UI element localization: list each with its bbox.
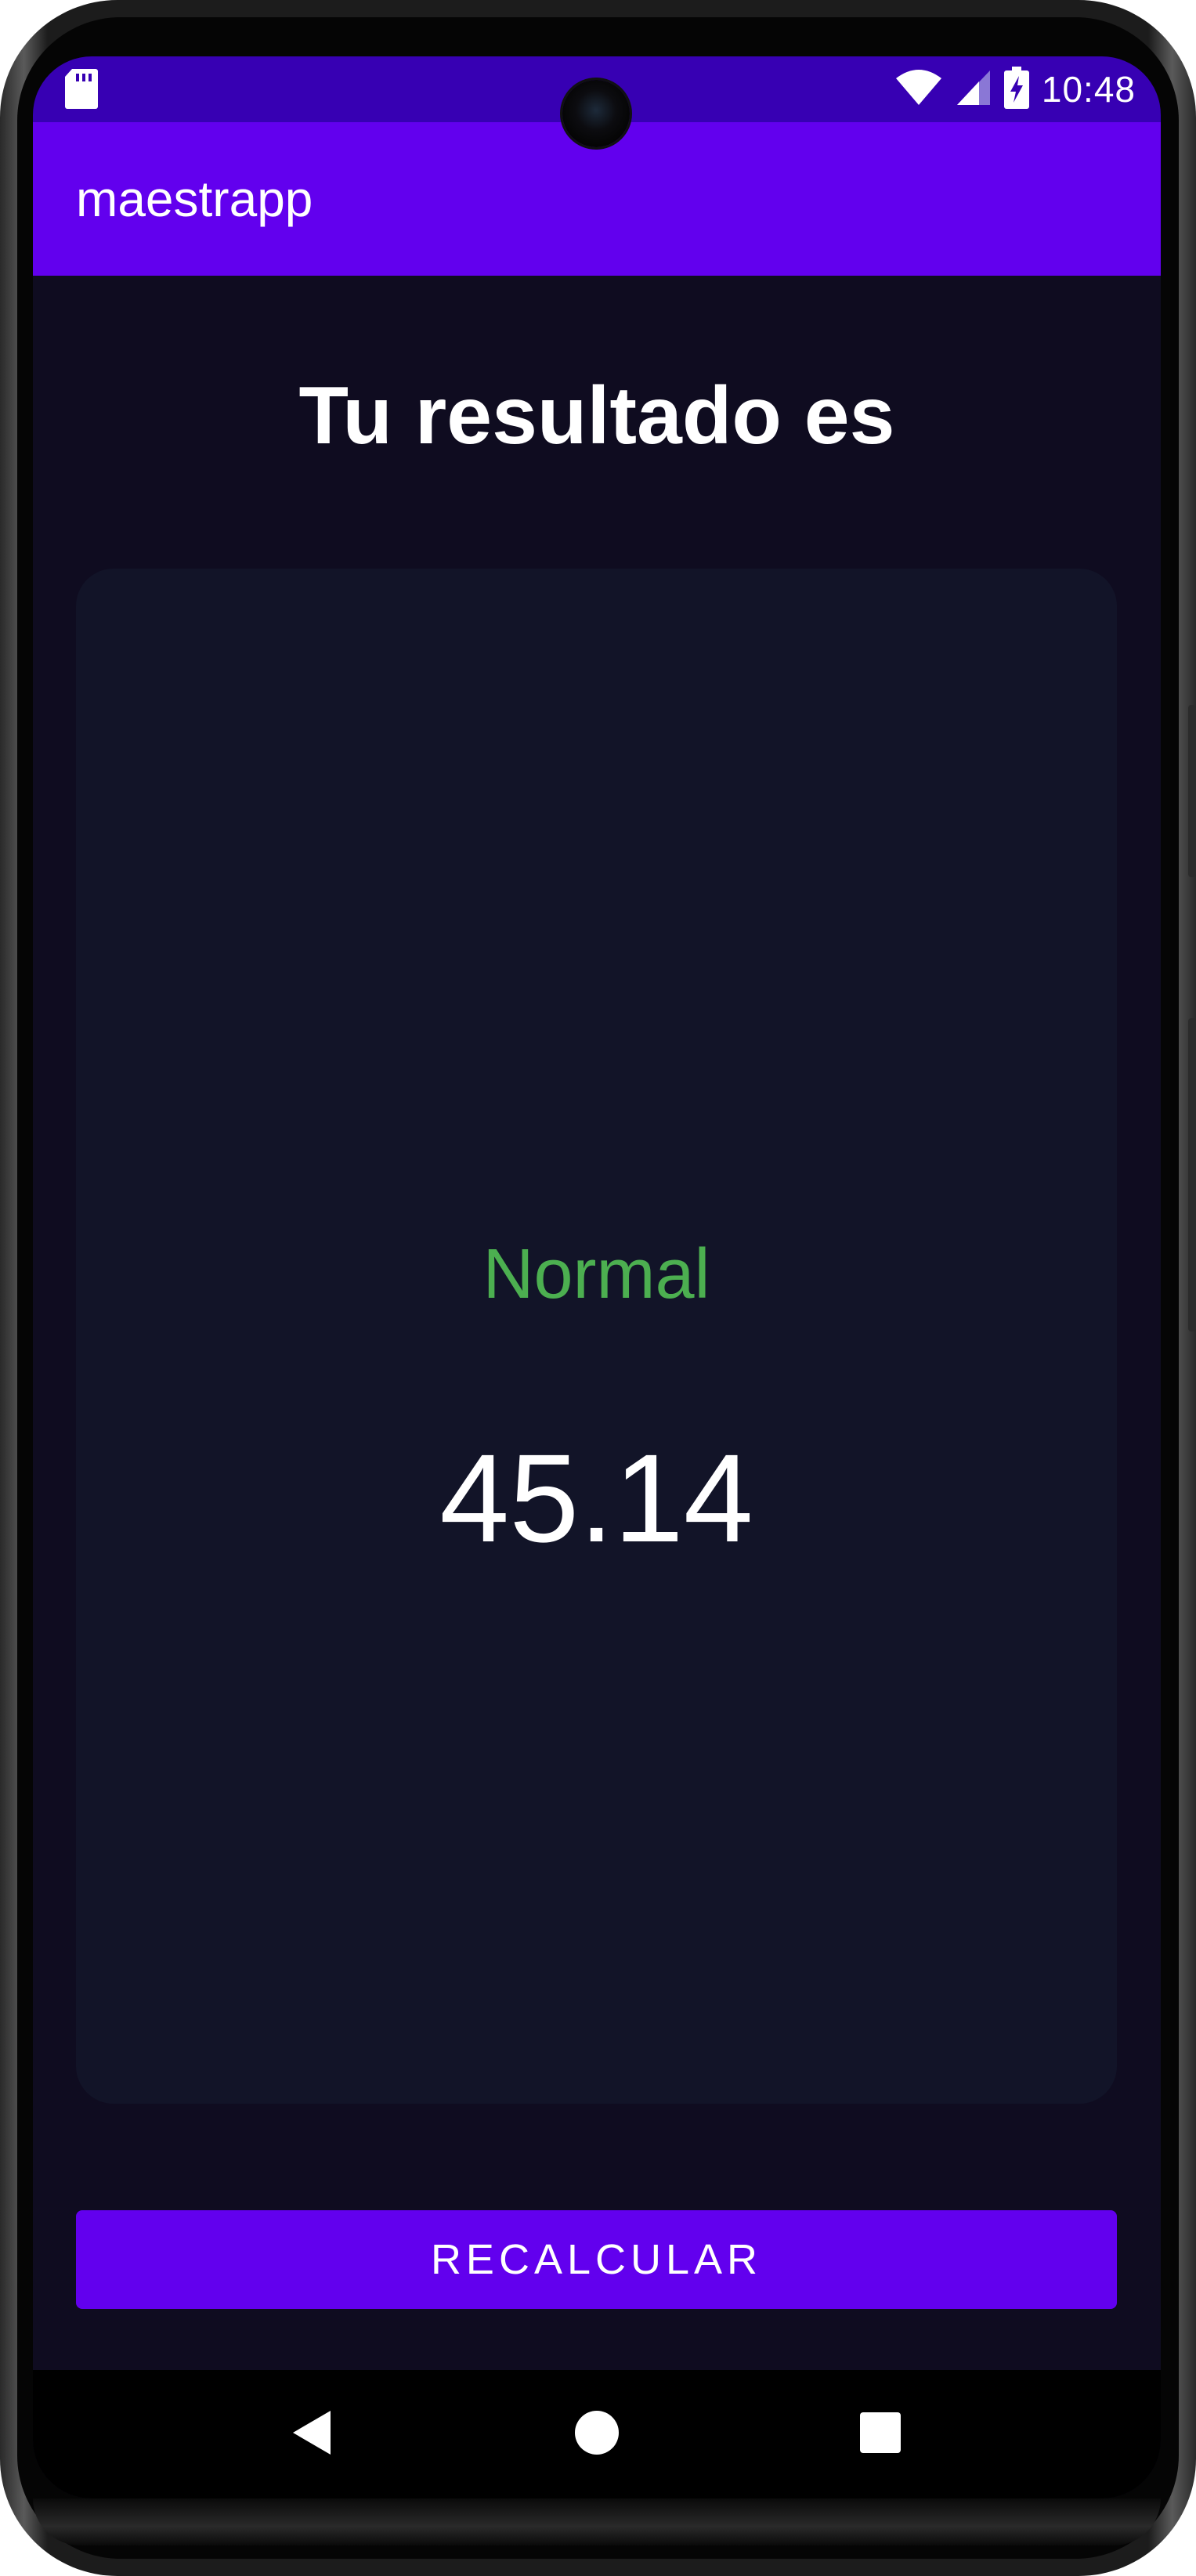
result-status-label: Normal (482, 1235, 710, 1313)
navigation-bar (33, 2370, 1161, 2498)
back-icon (291, 2409, 332, 2460)
recalculate-button[interactable]: RECALCULAR (76, 2210, 1117, 2309)
nav-home-button[interactable] (542, 2370, 652, 2498)
nav-recents-button[interactable] (826, 2370, 935, 2498)
recents-icon (859, 2412, 902, 2458)
cell-signal-icon (956, 69, 992, 110)
sd-card-icon (64, 67, 99, 110)
power-button (1188, 1018, 1196, 1331)
home-icon (574, 2410, 620, 2459)
phone-screen: 10:48 maestrapp Tu resultado es Normal 4… (33, 56, 1161, 2498)
app-title: maestrapp (76, 171, 313, 227)
status-time: 10:48 (1041, 69, 1136, 110)
result-heading: Tu resultado es (298, 370, 895, 461)
result-value: 45.14 (439, 1428, 753, 1568)
battery-charging-icon (1003, 66, 1029, 113)
volume-button (1188, 705, 1196, 877)
result-card: Normal 45.14 (76, 569, 1117, 2104)
front-camera (562, 80, 630, 147)
nav-back-button[interactable] (257, 2370, 367, 2498)
phone-chin (33, 2498, 1161, 2545)
status-indicators: 10:48 (894, 56, 1136, 122)
device-mockup: 10:48 maestrapp Tu resultado es Normal 4… (0, 0, 1196, 2576)
wifi-icon (894, 69, 943, 110)
